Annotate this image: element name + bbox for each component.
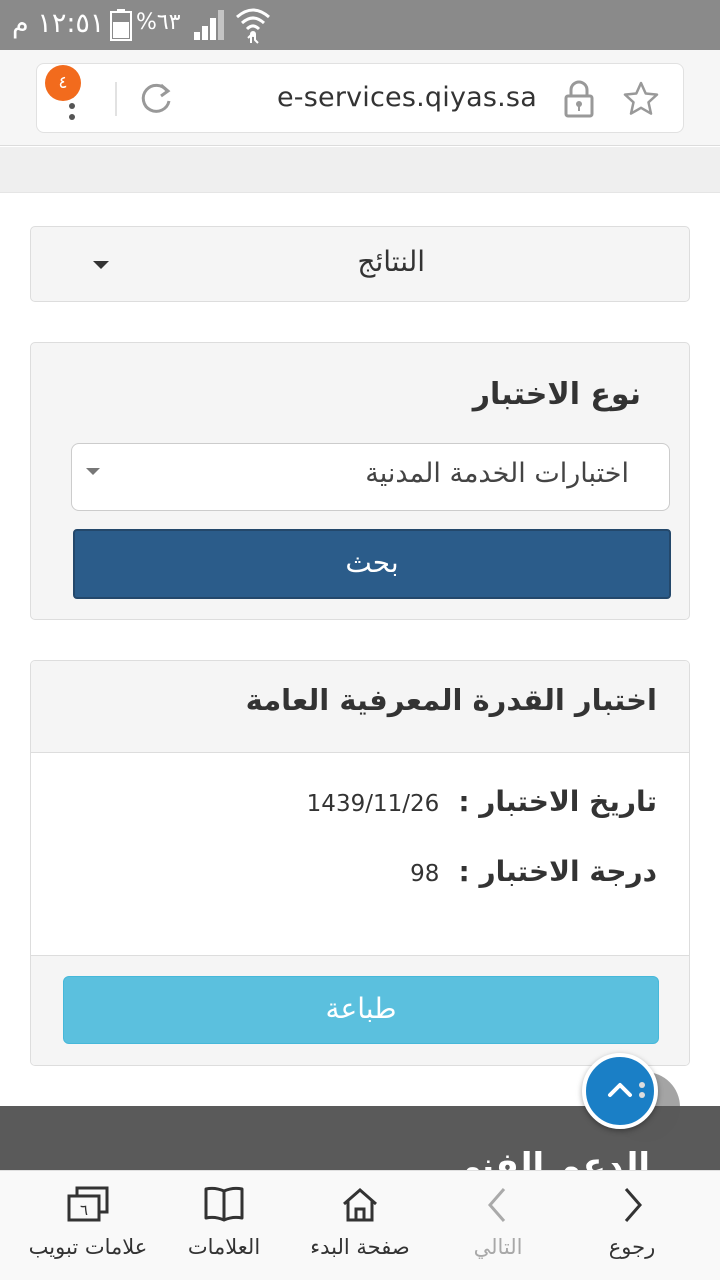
url-text[interactable]: e-services.qiyas.sa [277,82,537,113]
test-date-value: 1439/11/26 [306,791,440,817]
tabs-icon: ٦ [67,1186,109,1222]
results-dropdown[interactable]: النتائج [30,226,690,302]
result-card-heading: اختبار القدرة المعرفية العامة [31,661,689,753]
result-title: اختبار القدرة المعرفية العامة [245,683,657,717]
tabs-count: ٦ [80,1201,88,1219]
scroll-to-top-button[interactable] [582,1053,658,1129]
chevron-down-icon [93,261,109,269]
test-date-row: تاريخ الاختبار : 1439/11/26 [307,785,657,825]
chevron-left-back-icon [624,1188,642,1222]
notification-badge: ٤ [45,65,81,101]
home-icon [343,1188,377,1222]
chevron-up-icon [608,1082,645,1098]
wifi-icon [236,8,270,44]
nav-bookmarks-label: العلامات [187,1235,261,1259]
star-icon[interactable] [622,80,660,118]
test-score-label: درجة الاختبار : [458,855,657,888]
test-type-select[interactable]: اختبارات الخدمة المدنية [71,443,670,511]
browser-toolbar: ٤ e-services.qiyas.sa [0,50,720,146]
nav-home-label: صفحة البدء [310,1235,410,1259]
page-header-strip [0,147,720,193]
chevron-right-next-icon [488,1188,506,1222]
chevron-down-icon [86,468,100,475]
status-time: ١٢:٥١ م [12,8,105,39]
lock-icon [564,80,594,118]
nav-back-label: رجوع [608,1235,656,1259]
nav-bookmarks-button[interactable]: العلامات [176,1171,272,1281]
test-date-label: تاريخ الاختبار : [458,785,657,818]
battery-icon [110,9,132,41]
test-type-selected-value: اختبارات الخدمة المدنية [365,458,629,489]
footer-heading: الدعم الفني [447,1146,650,1170]
results-dropdown-label: النتائج [357,245,425,278]
browser-bottom-nav: رجوع التالي صفحة البدء العلامات ٦ علامات… [0,1170,720,1280]
address-bar[interactable]: ٤ e-services.qiyas.sa [36,63,684,133]
signal-icon [194,10,224,40]
search-button[interactable]: بحث [73,529,671,599]
nav-back-button[interactable]: رجوع [578,1171,686,1281]
test-score-row: درجة الاختبار : 98 [410,855,657,895]
test-type-label: نوع الاختبار [472,377,641,412]
test-score-value: 98 [410,861,440,887]
nav-next-button[interactable]: التالي [448,1171,548,1281]
battery-percentage: %٦٣ [136,10,181,35]
nav-home-button[interactable]: صفحة البدء [298,1171,422,1281]
nav-tabs-button[interactable]: ٦ علامات تبويب [18,1171,158,1281]
result-card-footer: طباعة [31,955,689,1065]
divider [115,82,117,116]
search-panel: نوع الاختبار اختبارات الخدمة المدنية بحث [30,342,690,620]
print-button[interactable]: طباعة [63,976,659,1044]
nav-tabs-label: علامات تبويب [28,1235,148,1259]
result-card: اختبار القدرة المعرفية العامة تاريخ الاخ… [30,660,690,1066]
reload-icon[interactable] [137,80,175,118]
status-bar: ١٢:٥١ م %٦٣ [0,0,720,50]
nav-next-label: التالي [473,1235,523,1259]
book-icon [204,1186,244,1222]
